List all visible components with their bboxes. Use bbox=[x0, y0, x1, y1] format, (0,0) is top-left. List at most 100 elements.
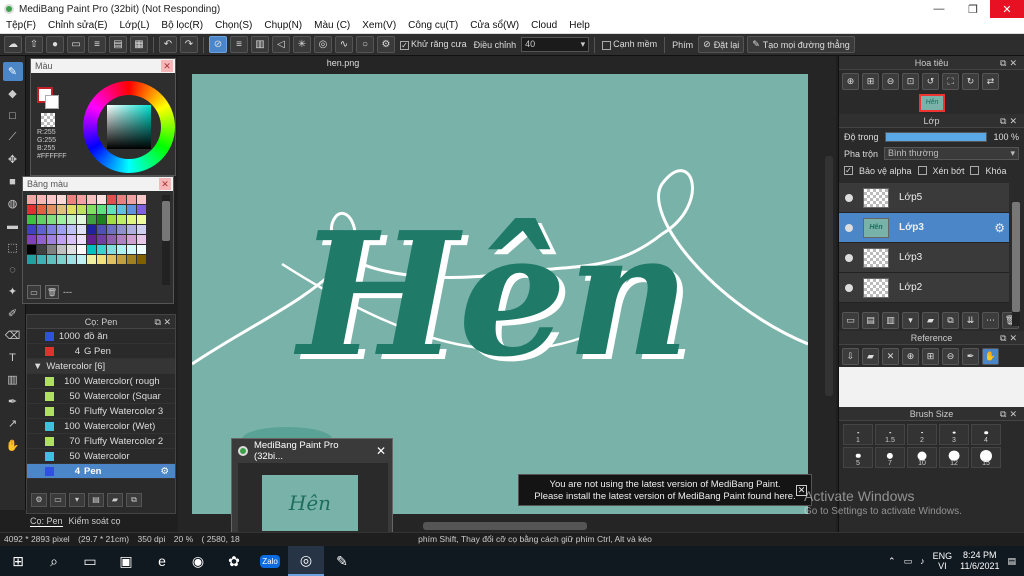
select-tool-icon[interactable]: ⬚ bbox=[3, 238, 23, 257]
palette-swatch[interactable] bbox=[27, 205, 36, 214]
brush-size-cell[interactable]: 15 bbox=[971, 447, 1001, 468]
protect-alpha-checkbox[interactable]: ✓ bbox=[844, 166, 853, 175]
palette-swatch[interactable] bbox=[37, 225, 46, 234]
text-tool-icon[interactable]: T bbox=[3, 348, 23, 367]
palette-swatch[interactable] bbox=[97, 245, 106, 254]
palette-swatch[interactable] bbox=[87, 215, 96, 224]
gradient-tool-icon[interactable]: ▬ bbox=[3, 216, 23, 235]
palette-swatch[interactable] bbox=[97, 195, 106, 204]
layer-row[interactable]: Lớp3 bbox=[839, 243, 1009, 273]
transparent-color-swatch[interactable] bbox=[41, 113, 55, 127]
opacity-slider[interactable] bbox=[884, 131, 988, 142]
eyedropper-icon[interactable]: ✒ bbox=[3, 392, 23, 411]
secondary-color-swatch[interactable] bbox=[45, 95, 59, 109]
palette-swatch[interactable] bbox=[87, 235, 96, 244]
palette-swatch[interactable] bbox=[67, 245, 76, 254]
palette-swatch[interactable] bbox=[97, 215, 106, 224]
palette-swatch[interactable] bbox=[117, 235, 126, 244]
flip-icon[interactable]: ⇄ bbox=[982, 72, 999, 90]
palette-swatch[interactable] bbox=[77, 205, 86, 214]
fit-screen-icon[interactable]: ⛶ bbox=[942, 72, 959, 90]
search-icon[interactable]: ⌕ bbox=[36, 546, 72, 576]
bucket-tool-icon[interactable]: ◍ bbox=[3, 194, 23, 213]
brush-item[interactable]: 50 Watercolor bbox=[27, 449, 175, 464]
palette-swatch[interactable] bbox=[37, 235, 46, 244]
palette-swatch[interactable] bbox=[47, 215, 56, 224]
clipping-checkbox[interactable] bbox=[917, 166, 927, 175]
new-8bit-layer-icon[interactable]: ▥ bbox=[882, 311, 899, 329]
palette-swatch[interactable] bbox=[137, 215, 146, 224]
add-palette-icon[interactable]: ▭ bbox=[27, 285, 41, 299]
palette-swatch[interactable] bbox=[37, 255, 46, 264]
app-green-icon[interactable]: ◉ bbox=[180, 546, 216, 576]
task-view-icon[interactable]: ▭ bbox=[72, 546, 108, 576]
shape-tool-icon[interactable]: □ bbox=[3, 106, 23, 125]
palette-swatch[interactable] bbox=[137, 235, 146, 244]
brush-add-icon[interactable]: ▭ bbox=[50, 493, 66, 507]
brush-size-cell[interactable]: 7 bbox=[875, 447, 905, 468]
brush-copy-icon[interactable]: ▤ bbox=[88, 493, 104, 507]
comment-icon[interactable]: ● bbox=[46, 36, 64, 53]
folder-icon[interactable]: ▰ bbox=[922, 311, 939, 329]
brush-item[interactable]: 70 Fluffy Watercolor 2 bbox=[27, 434, 175, 449]
lock-checkbox[interactable] bbox=[970, 166, 980, 175]
taskbar-preview[interactable]: MediBang Paint Pro (32bi... ✕ Hên bbox=[231, 438, 393, 544]
medibang-taskbar-icon[interactable]: ◎ bbox=[288, 546, 324, 576]
ref-zoom-in-icon[interactable]: ⊕ bbox=[902, 347, 919, 365]
close-icon[interactable]: ✕ bbox=[376, 444, 386, 458]
soft-edge-toggle[interactable]: Cạnh mềm bbox=[600, 39, 659, 50]
menu-tools[interactable]: Công cụ(T) bbox=[402, 20, 464, 31]
ref-fit-icon[interactable]: ⊞ bbox=[922, 347, 939, 365]
palette-swatch[interactable] bbox=[127, 225, 136, 234]
brush-size-cell[interactable]: 1 bbox=[843, 424, 873, 445]
zoom-in-icon[interactable]: ⊕ bbox=[842, 72, 859, 90]
brush-menu-icon[interactable]: ▾ bbox=[69, 493, 85, 507]
snap-radial-icon[interactable]: ✳ bbox=[293, 36, 311, 53]
palette-swatch[interactable] bbox=[47, 205, 56, 214]
close-button[interactable]: ✕ bbox=[990, 0, 1024, 18]
scroll-thumb[interactable] bbox=[162, 201, 170, 241]
palette-swatch[interactable] bbox=[67, 205, 76, 214]
page-icon[interactable]: ▭ bbox=[67, 36, 85, 53]
palette-swatch[interactable] bbox=[57, 195, 66, 204]
palette-swatch[interactable] bbox=[67, 195, 76, 204]
palette-swatch[interactable] bbox=[77, 245, 86, 254]
operation-tool-icon[interactable]: ↗ bbox=[3, 414, 23, 433]
palette-swatch[interactable] bbox=[117, 215, 126, 224]
brush-tool-icon[interactable]: ✎ bbox=[2, 62, 23, 81]
eye-icon[interactable] bbox=[845, 283, 853, 292]
palette-more[interactable]: --- bbox=[63, 287, 72, 297]
close-reference-icon[interactable]: ✕ bbox=[882, 347, 899, 365]
palette-swatch[interactable] bbox=[27, 225, 36, 234]
brush-item[interactable]: 100 Watercolor (Wet) bbox=[27, 419, 175, 434]
palette-swatch[interactable] bbox=[107, 255, 116, 264]
panel-controls-icon[interactable]: ⧉✕ bbox=[1000, 56, 1020, 70]
reference-area[interactable] bbox=[839, 367, 1024, 407]
brush-item[interactable]: 1000 đồ ăn bbox=[27, 329, 175, 344]
cloud-icon[interactable]: ☁ bbox=[4, 36, 22, 53]
zalo-icon[interactable]: Zalo bbox=[252, 546, 288, 576]
eye-icon[interactable] bbox=[845, 253, 853, 262]
scroll-thumb[interactable] bbox=[1012, 202, 1020, 312]
brush-group[interactable]: ▼ Watercolor [6] bbox=[27, 359, 175, 374]
app-game-icon[interactable]: ✿ bbox=[216, 546, 252, 576]
paint-app-icon[interactable]: ✎ bbox=[324, 546, 360, 576]
lasso-tool-icon[interactable]: ◌ bbox=[3, 260, 23, 279]
palette-swatch[interactable] bbox=[97, 205, 106, 214]
clock[interactable]: 8:24 PM 11/6/2021 bbox=[960, 550, 999, 572]
palette-swatch[interactable] bbox=[47, 255, 56, 264]
palette-swatch[interactable] bbox=[87, 245, 96, 254]
close-icon[interactable]: ✕ bbox=[159, 178, 171, 190]
upload-icon[interactable]: ⇧ bbox=[25, 36, 43, 53]
brush-size-cell[interactable]: 3 bbox=[939, 424, 969, 445]
palette-swatch[interactable] bbox=[37, 205, 46, 214]
soft-edge-checkbox[interactable] bbox=[602, 40, 612, 50]
palette-swatch[interactable] bbox=[47, 195, 56, 204]
palette-swatch[interactable] bbox=[67, 235, 76, 244]
palette-swatch[interactable] bbox=[27, 195, 36, 204]
panel-controls-icon[interactable]: ⧉✕ bbox=[1000, 114, 1020, 128]
layer-row[interactable]: Hên Lớp3 ⚙ bbox=[839, 213, 1009, 243]
chevron-up-icon[interactable]: ⌃ bbox=[888, 556, 896, 567]
palette-swatch[interactable] bbox=[97, 255, 106, 264]
menu-view[interactable]: Xem(V) bbox=[356, 20, 402, 31]
